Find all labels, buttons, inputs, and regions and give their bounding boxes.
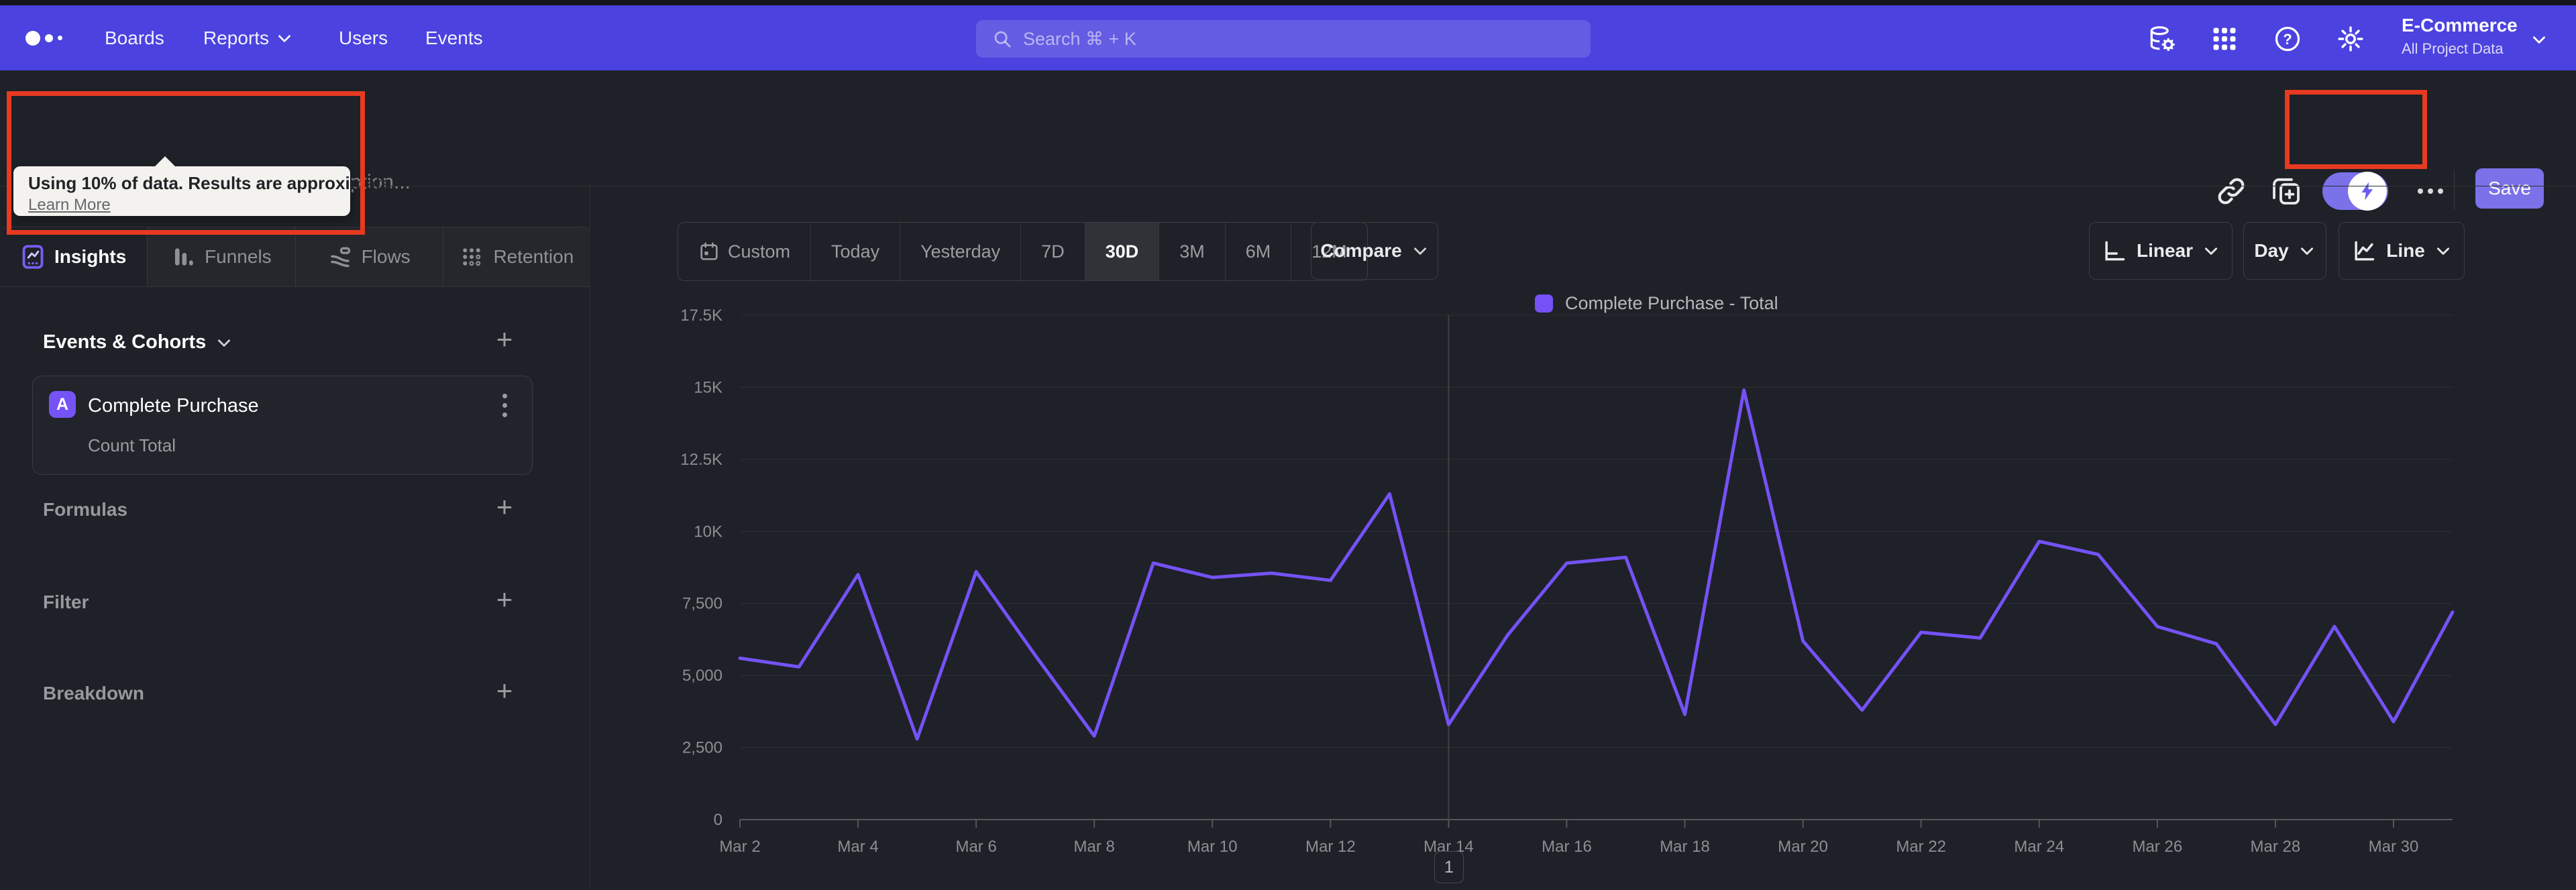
nav-item-events[interactable]: Events bbox=[425, 5, 483, 70]
section-label: Formulas bbox=[43, 499, 128, 520]
svg-text:12.5K: 12.5K bbox=[680, 451, 722, 469]
settings-gear-icon[interactable] bbox=[2336, 24, 2365, 54]
apps-grid-icon[interactable] bbox=[2210, 24, 2239, 54]
svg-text:Mar 2: Mar 2 bbox=[719, 838, 760, 856]
sampling-tooltip: Using 10% of data. Results are approxima… bbox=[13, 156, 396, 216]
chevron-down-icon bbox=[2533, 36, 2545, 44]
project-name: E-Commerce bbox=[2402, 15, 2518, 36]
svg-text:Mar 12: Mar 12 bbox=[1305, 838, 1356, 856]
range-6m[interactable]: 6M bbox=[1226, 223, 1292, 280]
svg-text:0: 0 bbox=[714, 811, 722, 829]
learn-more-link[interactable]: Learn More bbox=[28, 196, 111, 215]
event-name: Complete Purchase bbox=[88, 395, 259, 416]
tab-retention[interactable]: Retention bbox=[443, 227, 590, 286]
line-chart[interactable]: 0 2,500 5,000 7,500 10K 12.5K 15K 17.5K Mar 2 Mar… bbox=[590, 309, 2576, 890]
svg-text:7,500: 7,500 bbox=[682, 595, 722, 613]
svg-text:10K: 10K bbox=[694, 522, 722, 541]
project-switcher[interactable]: E-Commerce All Project Data bbox=[2402, 15, 2545, 58]
chart-area: Custom Today Yesterday 7D 30D 3M 6M 12M Compare… bbox=[590, 186, 2576, 890]
range-30d[interactable]: 30D bbox=[1085, 223, 1160, 280]
search-icon bbox=[994, 31, 1011, 48]
svg-text:Mar 6: Mar 6 bbox=[955, 838, 996, 856]
event-metric[interactable]: Count Total bbox=[88, 435, 176, 456]
report-header: Untitled Sampled + Add description... Sa… bbox=[0, 70, 2576, 211]
svg-text:Mar 20: Mar 20 bbox=[1778, 838, 1828, 856]
day-dropdown[interactable]: Day bbox=[2243, 222, 2326, 280]
search-input[interactable]: Search ⌘ + K bbox=[976, 20, 1591, 58]
add-filter-button[interactable]: + bbox=[490, 585, 519, 614]
svg-text:Mar 10: Mar 10 bbox=[1187, 838, 1238, 856]
add-formulas-button[interactable]: + bbox=[490, 492, 519, 522]
svg-text:Mar 26: Mar 26 bbox=[2132, 838, 2182, 856]
event-card[interactable]: A Complete Purchase Count Total bbox=[32, 376, 533, 475]
app-window: Boards Reports Users Events Search ⌘ + K ? … bbox=[0, 0, 2576, 890]
section-label: Filter bbox=[43, 592, 89, 612]
date-range-control: Custom Today Yesterday 7D 30D 3M 6M 12M bbox=[678, 222, 1368, 281]
project-scope: All Project Data bbox=[2402, 40, 2504, 57]
section-label: Breakdown bbox=[43, 683, 144, 704]
chevron-down-icon bbox=[218, 339, 231, 347]
tooltip-text: Using 10% of data. Results are approxima… bbox=[28, 173, 396, 193]
event-menu-kebab-icon[interactable] bbox=[502, 394, 507, 417]
svg-text:Mar 22: Mar 22 bbox=[1896, 838, 1946, 856]
svg-text:15K: 15K bbox=[694, 378, 722, 396]
mixpanel-logo-icon[interactable] bbox=[25, 5, 62, 70]
range-3m[interactable]: 3M bbox=[1159, 223, 1226, 280]
svg-text:Mar 4: Mar 4 bbox=[837, 838, 878, 856]
query-builder-panel: Insights Funnels Flows Retention Events & C… bbox=[0, 186, 590, 890]
window-edge bbox=[0, 0, 2576, 5]
svg-text:5,000: 5,000 bbox=[682, 667, 722, 685]
add-event-button[interactable]: + bbox=[490, 325, 519, 354]
svg-text:?: ? bbox=[2283, 31, 2292, 48]
report-tabs: Insights Funnels Flows Retention bbox=[0, 227, 590, 287]
line-dropdown[interactable]: Line bbox=[2339, 222, 2465, 280]
range-yesterday[interactable]: Yesterday bbox=[900, 223, 1022, 280]
nav-item-users[interactable]: Users bbox=[339, 5, 388, 70]
nav-item-boards[interactable]: Boards bbox=[105, 5, 164, 70]
range-7d[interactable]: 7D bbox=[1021, 223, 1085, 280]
chevron-down-icon bbox=[1413, 247, 1426, 255]
range-today[interactable]: Today bbox=[811, 223, 901, 280]
events-cohorts-header[interactable]: Events & Cohorts bbox=[43, 331, 233, 353]
pagination-page-1[interactable]: 1 bbox=[1434, 851, 1464, 883]
event-letter-badge: A bbox=[49, 391, 76, 418]
svg-text:Mar 28: Mar 28 bbox=[2251, 838, 2301, 856]
svg-text:2,500: 2,500 bbox=[682, 739, 722, 757]
nav-item-reports[interactable]: Reports bbox=[203, 5, 293, 70]
svg-text:Mar 18: Mar 18 bbox=[1660, 838, 1710, 856]
add-breakdown-button[interactable]: + bbox=[490, 676, 519, 706]
top-nav: Boards Reports Users Events Search ⌘ + K ? … bbox=[0, 5, 2576, 70]
data-management-icon[interactable] bbox=[2147, 24, 2176, 54]
svg-text:Mar 24: Mar 24 bbox=[2014, 838, 2064, 856]
tab-insights[interactable]: Insights bbox=[0, 227, 148, 286]
svg-text:17.5K: 17.5K bbox=[680, 309, 722, 325]
compare-button[interactable]: Compare bbox=[1311, 222, 1438, 280]
svg-text:Mar 30: Mar 30 bbox=[2369, 838, 2419, 856]
linear-dropdown[interactable]: Linear bbox=[2089, 222, 2233, 280]
tab-funnels[interactable]: Funnels bbox=[148, 227, 296, 286]
tab-flows[interactable]: Flows bbox=[295, 227, 443, 286]
svg-text:Mar 8: Mar 8 bbox=[1074, 838, 1115, 856]
svg-text:Mar 16: Mar 16 bbox=[1542, 838, 1592, 856]
range-custom[interactable]: Custom bbox=[678, 223, 812, 280]
search-placeholder: Search ⌘ + K bbox=[1023, 28, 1136, 49]
help-icon[interactable]: ? bbox=[2273, 24, 2302, 54]
